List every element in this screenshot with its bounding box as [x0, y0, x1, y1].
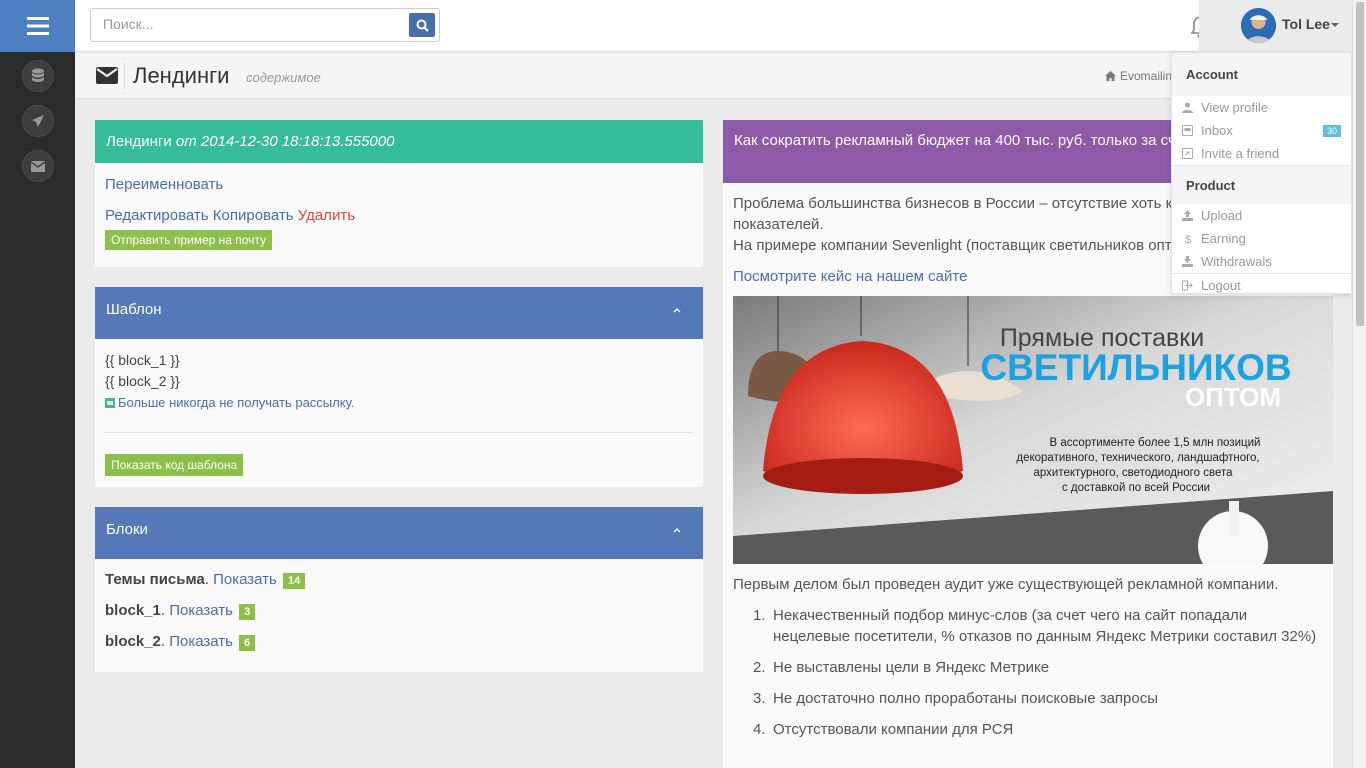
account-header: Account	[1172, 53, 1351, 96]
edit-link[interactable]: Редактировать	[105, 207, 209, 224]
inbox-icon	[1182, 125, 1193, 136]
count-badge: 14	[283, 573, 306, 589]
sidebar-item-rocket[interactable]	[21, 105, 54, 137]
lamps-image: Прямые поставки СВЕТИЛЬНИКОВ ОПТОМ В асс…	[733, 296, 1333, 564]
search-button[interactable]	[409, 13, 435, 37]
list-item: 1. Некачественный подбор минус-слов (за с…	[753, 607, 1317, 645]
list-item: 3. Не достаточно полно проработаны поиско…	[753, 690, 1159, 707]
inbox-count-badge: 30	[1322, 125, 1341, 137]
delete-link[interactable]: Удалить	[298, 207, 355, 224]
hamburger-icon	[26, 17, 49, 35]
chevron-up-icon[interactable]	[673, 307, 681, 313]
breadcrumb: Evomailing	[1105, 69, 1179, 83]
home-icon	[1105, 71, 1116, 81]
show-block-link[interactable]: Показать	[213, 571, 277, 588]
block-name: block_1	[105, 602, 161, 619]
rename-link[interactable]: Переименновать	[105, 176, 223, 193]
view-profile-item[interactable]: View profile	[1172, 96, 1351, 119]
search-icon	[416, 19, 429, 32]
list-item: block_1. Показать 3	[105, 602, 693, 633]
database-icon	[31, 68, 44, 82]
list-item: Темы письма. Показать 14	[105, 571, 693, 602]
send-sample-button[interactable]: Отправить пример на почту	[105, 230, 273, 250]
page-header: Лендинги содержимое Evomailing	[75, 53, 1352, 99]
landing-date: от 2014-12-30 18:18:13.555000	[175, 133, 395, 150]
banner-image: Прямые поставки СВЕТИЛЬНИКОВ ОПТОМ В асс…	[733, 296, 1333, 564]
article-list: 1. Некачественный подбор минус-слов (за с…	[733, 605, 1323, 740]
upload-item[interactable]: Upload	[1172, 204, 1351, 227]
show-block-link[interactable]: Показать	[169, 602, 233, 619]
share-icon	[1182, 148, 1193, 159]
list-item: block_2. Показать 6	[105, 633, 693, 664]
landing-panel-header: Лендинги от 2014-12-30 18:18:13.555000	[95, 120, 703, 163]
user-menu-toggle[interactable]: Tol Lee	[1199, 0, 1352, 52]
template-line-2: {{ block_2 }}	[105, 373, 180, 389]
scrollbar-thumb[interactable]	[1356, 2, 1364, 326]
invite-friend-item[interactable]: Invite a friend	[1172, 142, 1351, 165]
block-name: Темы письма	[105, 571, 205, 588]
inbox-item[interactable]: Inbox 30	[1172, 119, 1351, 142]
article-paragraph: Первым делом был проведен аудит уже суще…	[733, 576, 1279, 593]
banner-line-3: ОПТОМ	[1185, 382, 1281, 412]
sidebar	[0, 0, 75, 768]
unsubscribe-link[interactable]: Больше никогда не получать рассылку.	[118, 392, 354, 413]
search-input[interactable]	[103, 16, 403, 32]
show-block-link[interactable]: Показать	[169, 633, 233, 650]
menu-toggle-button[interactable]	[0, 0, 75, 52]
block-name: block_2	[105, 633, 161, 650]
user-name: Tol Lee	[1282, 16, 1330, 32]
list-item: 4. Отсутствовали компании для РСЯ	[753, 721, 1014, 738]
count-badge: 3	[239, 604, 256, 620]
show-template-code-button[interactable]: Показать код шаблона	[105, 454, 244, 476]
chevron-up-icon[interactable]	[673, 527, 681, 533]
template-line-1: {{ block_1 }}	[105, 352, 180, 368]
logout-item[interactable]: Logout	[1172, 274, 1351, 297]
breadcrumb-home[interactable]: Evomailing	[1120, 69, 1179, 83]
page-scrollbar[interactable]	[1352, 0, 1366, 768]
template-panel-header[interactable]: Шаблон	[95, 287, 703, 339]
banner-desc-1: В ассортименте более 1,5 млн позиций	[1050, 437, 1261, 449]
earning-item[interactable]: $ Earning	[1172, 227, 1351, 250]
dollar-icon: $	[1185, 234, 1191, 244]
page-title: Лендинги	[133, 63, 230, 88]
divider	[124, 63, 125, 89]
user-icon	[1182, 102, 1193, 113]
banner-desc-2: декоративного, технического, ландшафтног…	[1016, 452, 1259, 464]
image-icon	[105, 397, 115, 408]
top-bar: 6 Tol Lee	[75, 0, 1352, 52]
blocks-panel-header[interactable]: Блоки	[95, 507, 703, 559]
landing-title: Лендинги	[106, 133, 172, 150]
sidebar-item-database[interactable]	[21, 60, 54, 92]
copy-link[interactable]: Копировать	[213, 207, 294, 224]
blocks-panel: Блоки Темы письма. Показать 14 block_1. …	[95, 507, 703, 672]
avatar	[1241, 8, 1276, 43]
landing-panel: Лендинги от 2014-12-30 18:18:13.555000 П…	[95, 120, 703, 267]
upload-icon	[1182, 210, 1193, 221]
download-icon	[1182, 256, 1193, 267]
envelope-icon	[30, 160, 45, 172]
banner-desc-4: с доставкой по всей России	[1062, 482, 1210, 494]
search-box	[90, 8, 440, 42]
envelope-icon	[96, 67, 118, 84]
template-panel: Шаблон {{ block_1 }} {{ block_2 }} Больш…	[95, 287, 703, 487]
chevron-down-icon	[1331, 23, 1339, 27]
sidebar-item-mail[interactable]	[21, 150, 54, 182]
case-link[interactable]: Посмотрите кейс на нашем сайте	[733, 268, 967, 285]
user-dropdown-menu: Account View profile Inbox 30 Invite a f…	[1171, 52, 1352, 294]
list-item: 2. Не выставлены цели в Яндекс Метрике	[753, 659, 1050, 676]
blocks-panel-title: Блоки	[106, 521, 148, 538]
template-panel-title: Шаблон	[106, 301, 162, 318]
count-badge: 6	[239, 635, 256, 651]
banner-desc-3: архитектурного, светодиодного света	[1034, 467, 1234, 479]
svg-text:$: $	[1185, 234, 1191, 244]
rocket-icon	[31, 115, 44, 127]
product-header: Product	[1172, 165, 1351, 204]
withdrawals-item[interactable]: Withdrawals	[1172, 250, 1351, 273]
page-subtitle: содержимое	[246, 70, 321, 85]
sign-out-icon	[1182, 280, 1193, 291]
